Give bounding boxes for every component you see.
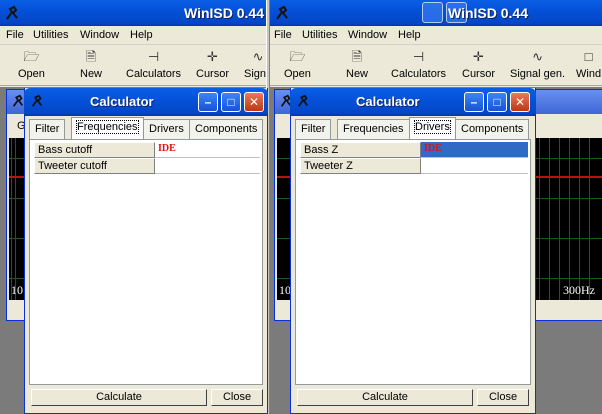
cursor-button[interactable]: ✛ Cursor <box>462 48 495 80</box>
tab-filter[interactable]: Filter <box>295 119 332 139</box>
app-icon <box>31 94 43 107</box>
close-button[interactable]: Close <box>211 389 263 406</box>
calculator-dialog-right: Calculator – □ ✕ Filter Frequencies Driv… <box>290 88 536 414</box>
new-document-icon: 🗎 <box>85 49 97 64</box>
calculators-icon: ⊣ <box>412 49 425 64</box>
row-label: Bass cutoff <box>34 142 155 158</box>
minimize-icon[interactable]: – <box>464 92 484 112</box>
tab-panel: Bass cutoff IDE Tweeter cutoff <box>29 139 263 385</box>
close-icon[interactable]: ✕ <box>510 92 530 112</box>
tab-strip: Filter Frequencies Drivers Components <box>29 117 264 139</box>
new-button[interactable]: 🗎 New <box>346 48 368 80</box>
cursor-crosshair-icon: ✛ <box>207 49 218 64</box>
tab-drivers[interactable]: Drivers <box>143 119 190 139</box>
app-icon <box>6 5 18 20</box>
open-folder-icon: 🗁 <box>23 49 40 64</box>
menu-utilities[interactable]: Utilities <box>33 29 68 41</box>
menu-utilities[interactable]: Utilities <box>302 29 337 41</box>
menu-file[interactable]: File <box>6 29 24 41</box>
signal-gen-button[interactable]: ∿ Signal gen. <box>510 48 565 80</box>
close-icon[interactable]: ✕ <box>244 92 264 112</box>
menu-file[interactable]: File <box>274 29 292 41</box>
tab-components[interactable]: Components <box>189 119 264 139</box>
signal-gen-icon: ∿ <box>252 49 264 64</box>
menu-window[interactable]: Window <box>80 29 119 41</box>
graph-axis-label: 10 <box>11 283 23 297</box>
signal-gen-button[interactable]: ∿ Signa <box>244 48 266 80</box>
app-icon <box>276 5 288 20</box>
tab-frequencies[interactable]: Frequencies <box>71 117 144 139</box>
tweeter-z-value[interactable] <box>421 158 528 174</box>
row-label: Bass Z <box>300 142 421 158</box>
dialog-title: Calculator <box>356 94 420 109</box>
menu-bar: File Utilities Window Help <box>0 26 266 45</box>
button-bar: Calculate Close <box>295 389 531 407</box>
calculate-button[interactable]: Calculate <box>297 389 473 406</box>
calculator-dialog-left: Calculator – □ ✕ Filter Frequencies Driv… <box>24 88 268 414</box>
app-icon <box>12 94 24 107</box>
open-button[interactable]: 🗁 Open <box>284 48 311 80</box>
new-button[interactable]: 🗎 New <box>80 48 102 80</box>
calculators-button[interactable]: ⊣ Calculators <box>126 48 181 80</box>
minimize-icon[interactable]: – <box>198 92 218 112</box>
tab-panel: Bass Z IDE Tweeter Z <box>295 139 531 385</box>
calculators-icon: ⊣ <box>147 49 160 64</box>
grid-row-tweeter-cutoff: Tweeter cutoff <box>34 158 260 174</box>
calculate-button[interactable]: Calculate <box>31 389 207 406</box>
dialog-titlebar[interactable]: Calculator – □ ✕ <box>290 88 536 116</box>
toolbar: 🗁 Open 🗎 New ⊣ Calculators ✛ Cursor ∿ Si… <box>270 46 602 86</box>
bass-z-value[interactable]: IDE <box>421 142 528 158</box>
menu-bar: File Utilities Window Help <box>270 26 602 45</box>
tab-filter[interactable]: Filter <box>29 119 66 139</box>
tab-strip: Filter Frequencies Drivers Components <box>295 117 531 139</box>
tab-drivers[interactable]: Drivers <box>409 117 456 139</box>
row-label: Tweeter cutoff <box>34 158 155 174</box>
cursor-crosshair-icon: ✛ <box>473 49 484 64</box>
menu-help[interactable]: Help <box>130 29 153 41</box>
graph-freq-label: 300Hz <box>563 283 595 297</box>
app-titlebar[interactable]: WinISD 0.44 <box>0 0 266 26</box>
close-button[interactable]: Close <box>477 389 529 406</box>
open-button[interactable]: 🗁 Open <box>18 48 45 80</box>
minimize-icon[interactable] <box>422 2 443 23</box>
grid-row-bass-cutoff: Bass cutoff IDE <box>34 142 260 158</box>
grid-row-bass-z: Bass Z IDE <box>300 142 528 158</box>
window-button[interactable]: □ Wind <box>576 48 601 80</box>
cursor-button[interactable]: ✛ Cursor <box>196 48 229 80</box>
window-icon: □ <box>584 49 593 64</box>
signal-gen-icon: ∿ <box>532 49 543 64</box>
toolbar: 🗁 Open 🗎 New ⊣ Calculators ✛ Cursor ∿ Si… <box>0 46 266 86</box>
app-icon <box>297 94 309 107</box>
tab-components[interactable]: Components <box>455 119 530 139</box>
dialog-titlebar[interactable]: Calculator – □ ✕ <box>24 88 268 116</box>
tweeter-cutoff-value[interactable] <box>155 158 260 174</box>
dialog-title: Calculator <box>90 94 154 109</box>
app-title: WinISD 0.44 <box>184 5 265 21</box>
grid-row-tweeter-z: Tweeter Z <box>300 158 528 174</box>
app-titlebar[interactable]: WinISD 0.44 <box>270 0 602 26</box>
maximize-icon[interactable]: □ <box>221 92 241 112</box>
button-bar: Calculate Close <box>29 389 263 407</box>
maximize-icon[interactable]: □ <box>487 92 507 112</box>
row-label: Tweeter Z <box>300 158 421 174</box>
tab-frequencies[interactable]: Frequencies <box>337 119 410 139</box>
menu-help[interactable]: Help <box>398 29 421 41</box>
new-document-icon: 🗎 <box>351 49 363 64</box>
calculators-button[interactable]: ⊣ Calculators <box>391 48 446 80</box>
open-folder-icon: 🗁 <box>289 49 306 64</box>
menu-window[interactable]: Window <box>348 29 387 41</box>
bass-cutoff-value[interactable]: IDE <box>155 142 260 158</box>
app-title: WinISD 0.44 <box>448 5 529 21</box>
